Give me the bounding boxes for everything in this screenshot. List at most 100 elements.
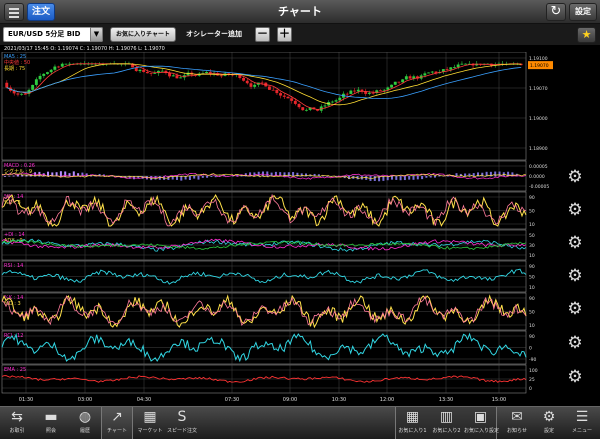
y-tick-label: -0.00005 — [529, 184, 549, 190]
tab-speed-order[interactable]: S スピード注文 — [166, 407, 198, 439]
macd-histogram-bar — [373, 176, 376, 181]
tab-favorite-settings[interactable]: ▣ お気に入り設定 — [464, 407, 499, 439]
candle-body — [57, 66, 60, 68]
rci-settings-gear-icon[interactable]: ⚙ — [566, 334, 584, 352]
tab-menu[interactable]: ☰ メニュー — [567, 407, 597, 439]
grid-icon: ▦ — [405, 409, 420, 425]
candle-body — [334, 100, 338, 102]
candle-body — [445, 69, 449, 70]
x-axis-label: 01:30 — [19, 397, 33, 403]
y-tick-label: 100 — [529, 368, 538, 374]
gear-icon: ⚙ — [542, 409, 556, 425]
y-tick-label: 90 — [529, 334, 535, 340]
macd-histogram-bar — [188, 176, 191, 181]
candle-body — [430, 71, 434, 73]
y-tick-label: -90 — [529, 357, 536, 363]
page-title: チャート — [278, 5, 322, 18]
candle-body — [205, 71, 208, 74]
y-tick-label: 0.00005 — [529, 164, 548, 170]
candle-body — [323, 105, 327, 107]
dmi-settings-gear-icon[interactable]: ⚙ — [566, 234, 584, 252]
oscillator-add-label: オシレーター追加 — [186, 30, 242, 38]
panel-label-main: 中央値 : 50 — [4, 59, 30, 66]
candle-body — [149, 73, 153, 74]
candle-body — [38, 75, 42, 80]
remove-oscillator-button[interactable]: － — [255, 27, 270, 42]
tab-notice[interactable]: ✉ お知らせ — [503, 407, 531, 439]
candle-body — [427, 72, 430, 74]
panel-label-ema: EMA : 25 — [4, 367, 26, 373]
history-icon: ◍ — [78, 409, 92, 425]
swap-icon: ⇆ — [11, 409, 23, 425]
macd-histogram-bar — [197, 176, 200, 180]
candle-body — [271, 89, 275, 91]
tab-history[interactable]: ◍ 履歴 — [70, 407, 100, 439]
tab-trade[interactable]: ⇆ お取引 — [2, 407, 32, 439]
chevron-down-icon[interactable]: ▼ — [90, 27, 103, 42]
candle-body — [460, 63, 464, 65]
tab-settings[interactable]: ⚙ 設定 — [535, 407, 563, 439]
chart-canvas[interactable]: 1.191001.190701.190001.18900MA5 : 25中央値 … — [0, 52, 560, 406]
candle-body — [49, 69, 53, 73]
candle-body — [345, 93, 349, 95]
macd-settings-gear-icon[interactable]: ⚙ — [566, 168, 584, 186]
candle-body — [46, 72, 49, 74]
candle-body — [249, 83, 253, 87]
candle-body — [449, 67, 453, 70]
stoch2-settings-gear-icon[interactable]: ⚙ — [566, 300, 584, 318]
y-tick-label: 10 — [529, 222, 535, 228]
x-axis-label: 07:30 — [225, 397, 239, 403]
order-button[interactable]: 注文 — [27, 3, 55, 21]
candle-body — [42, 73, 46, 76]
square-icon: ▣ — [473, 409, 488, 425]
candle-body — [60, 63, 64, 67]
tab-market[interactable]: ▦ マーケット — [134, 407, 166, 439]
candle-body — [367, 92, 371, 94]
candle-body — [279, 93, 282, 96]
refresh-button[interactable]: ↻ — [546, 3, 566, 21]
speed-order-icon: S — [177, 409, 187, 425]
x-axis-label: 09:00 — [283, 397, 297, 403]
macd-histogram-bar — [494, 171, 497, 177]
candle-body — [301, 107, 305, 111]
ema-settings-gear-icon[interactable]: ⚙ — [566, 368, 584, 386]
star-icon[interactable]: ★ — [577, 27, 596, 43]
panel-label-main: 長期 : 75 — [4, 66, 25, 72]
y-tick-label: 90 — [529, 195, 535, 201]
y-tick-label: 30 — [529, 243, 535, 249]
settings-button[interactable]: 設定 — [569, 3, 597, 21]
macd-histogram-bar — [399, 176, 402, 181]
candle-body — [31, 84, 35, 90]
x-axis-label: 03:00 — [78, 397, 92, 403]
y-tick-label: 90 — [529, 296, 535, 302]
symbol-select[interactable]: EUR/USD 5分足 BID — [3, 27, 103, 42]
candle-body — [20, 93, 23, 95]
tab-chart[interactable]: ↗ チャート — [101, 407, 133, 439]
macd-histogram-bar — [287, 172, 290, 177]
rsi-settings-gear-icon[interactable]: ⚙ — [566, 267, 584, 285]
hamburger-menu-button[interactable] — [4, 3, 24, 21]
candle-body — [464, 63, 467, 65]
tab-favorite-1[interactable]: ▦ お気に入り1 — [396, 407, 429, 439]
y-tick-label: 1.19100 — [529, 56, 548, 62]
candle-body — [245, 80, 249, 84]
candle-body — [382, 89, 386, 91]
candle-body — [408, 76, 412, 79]
candle-body — [168, 73, 171, 77]
tab-favorite-2[interactable]: ▥ お気に入り2 — [430, 407, 463, 439]
favorite-chart-button[interactable]: お気に入りチャート — [110, 27, 176, 42]
candle-body — [145, 71, 149, 74]
add-oscillator-button[interactable]: ＋ — [277, 27, 292, 42]
macd-histogram-bar — [421, 176, 424, 180]
candle-body — [293, 100, 297, 104]
current-price-label: 1.19070 — [530, 63, 549, 69]
stoch-settings-gear-icon[interactable]: ⚙ — [566, 201, 584, 219]
x-axis-label: 12:00 — [380, 397, 394, 403]
tab-inquiry[interactable]: ▬ 照会 — [36, 407, 66, 439]
candle-body — [453, 67, 456, 68]
y-tick-label: 10 — [529, 285, 535, 291]
macd-histogram-bar — [193, 176, 196, 179]
candle-body — [305, 109, 308, 111]
chart-toolbar: EUR/USD 5分足 BID ▼ お気に入りチャート オシレーター追加 － ＋… — [0, 24, 600, 45]
candle-body — [353, 90, 356, 92]
